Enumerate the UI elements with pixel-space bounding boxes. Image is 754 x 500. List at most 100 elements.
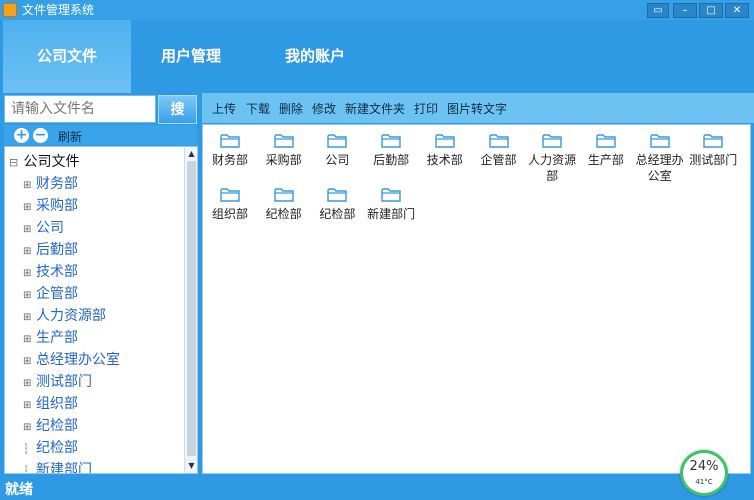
folder-icon [220, 133, 240, 149]
tree-item[interactable]: ⊞ 公司 [23, 217, 64, 237]
tree-item[interactable]: ┆ 纪检部 [23, 437, 78, 457]
scroll-up-icon[interactable]: ▲ [186, 149, 197, 159]
window-title: 文件管理系统 [22, 3, 95, 17]
tree-line-icon: ┆ [23, 444, 30, 455]
tree-item[interactable]: ⊞ 技术部 [23, 261, 78, 281]
expand-icon[interactable]: ⊞ [23, 378, 36, 389]
tree-item[interactable]: ⊞ 后勤部 [23, 239, 78, 259]
tree-item-label: 人力资源部 [36, 308, 106, 324]
folder-item[interactable]: 企管部 [472, 127, 526, 168]
toolbar-action[interactable]: 修改 [312, 100, 336, 117]
folder-item[interactable]: 组织部 [203, 181, 257, 222]
refresh-button[interactable]: 刷新 [58, 128, 82, 145]
folder-item[interactable]: 测试部门 [686, 127, 740, 168]
folder-icon [327, 187, 348, 203]
folder-name-line: 公司 [325, 153, 350, 167]
folder-name-line: 技术部 [426, 153, 463, 167]
folder-name: 测试部门 [686, 152, 740, 168]
tree-scrollbar[interactable]: ▲ ▼ [184, 147, 197, 473]
folder-name: 采购部 [257, 152, 311, 168]
folder-name: 总经理办 公室 [633, 152, 687, 184]
expand-icon[interactable]: ⊞ [23, 400, 36, 411]
tree-item[interactable]: ⊞ 测试部门 [23, 371, 92, 391]
folder-name: 人力资源部 [525, 152, 579, 184]
tree-item[interactable]: ⊞ 采购部 [23, 195, 78, 215]
tree-item[interactable]: ⊞ 纪检部 [23, 415, 78, 435]
tab-my-account[interactable]: 我的账户 [251, 20, 379, 93]
tree-item-label: 总经理办公室 [36, 352, 120, 368]
folder-item[interactable]: 纪检部 [257, 181, 311, 222]
tree-root[interactable]: ⊟ 公司文件 [9, 151, 79, 171]
folder-icon [220, 187, 240, 203]
folder-item[interactable]: 纪检部 [310, 181, 364, 222]
toolbar-action[interactable]: 打印 [414, 100, 438, 117]
tree-toolbar: + − 刷新 [4, 125, 197, 145]
tree-item[interactable]: ⊞ 人力资源部 [23, 305, 106, 325]
toolbar-action[interactable]: 下载 [246, 100, 270, 117]
tree-item[interactable]: ⊞ 组织部 [23, 393, 78, 413]
folder-name: 技术部 [418, 152, 472, 168]
folder-item[interactable]: 技术部 [418, 127, 472, 168]
folder-item[interactable]: 财务部 [203, 127, 257, 168]
minimize-button[interactable]: – [673, 3, 697, 18]
maximize-button[interactable]: □ [699, 3, 723, 18]
toolbar-action[interactable]: 上传 [212, 100, 236, 117]
status-text: 就绪 [5, 482, 33, 498]
tree-item[interactable]: ⊞ 总经理办公室 [23, 349, 120, 369]
search-input[interactable]: 请输入文件名 [4, 95, 156, 123]
expand-icon[interactable]: ⊞ [23, 180, 36, 191]
folder-item[interactable]: 总经理办 公室 [633, 127, 687, 184]
expand-icon[interactable]: ⊞ [23, 268, 36, 279]
toolbar-action[interactable]: 删除 [279, 100, 303, 117]
expand-icon[interactable]: ⊞ [23, 334, 36, 345]
folder-item[interactable]: 公司 [310, 127, 364, 168]
tree-item-label: 技术部 [36, 264, 78, 280]
tree-item-label: 测试部门 [36, 374, 92, 390]
expand-icon[interactable]: ⊞ [23, 422, 36, 433]
folder-item[interactable]: 采购部 [257, 127, 311, 168]
system-monitor-widget[interactable]: 24% 41°C [680, 450, 728, 496]
folder-name: 纪检部 [310, 206, 364, 222]
tab-company-files[interactable]: 公司文件 [3, 20, 131, 93]
collapse-all-icon[interactable]: − [33, 128, 48, 143]
status-bar: 就绪 [0, 475, 754, 500]
folder-name-line: 生产部 [587, 153, 624, 167]
scroll-down-icon[interactable]: ▼ [186, 461, 197, 471]
usage-percent: 24% [689, 459, 719, 474]
folder-item[interactable]: 人力资源部 [525, 127, 579, 184]
folder-name: 后勤部 [364, 152, 418, 168]
folder-name-line: 采购部 [265, 153, 302, 167]
search-button[interactable]: 搜 [158, 95, 197, 124]
expand-icon[interactable]: ⊞ [23, 224, 36, 235]
folder-name: 纪检部 [257, 206, 311, 222]
folder-name-line: 组织部 [211, 207, 248, 221]
folder-item[interactable]: 后勤部 [364, 127, 418, 168]
tree-item[interactable]: ┆ 新建部门 [23, 459, 92, 473]
folder-item[interactable]: 新建部门 [364, 181, 418, 222]
collapse-icon[interactable]: ⊟ [9, 156, 19, 169]
app-icon [3, 3, 17, 17]
toolbar-action[interactable]: 图片转文字 [447, 100, 507, 117]
tree-root-label: 公司文件 [23, 154, 80, 170]
toolbar-action[interactable]: 新建文件夹 [345, 100, 405, 117]
app-window: 文件管理系统 ▭ – □ ✕ 公司文件 用户管理 我的账户 请输入文件名 搜 +… [0, 0, 754, 500]
expand-icon[interactable]: ⊞ [23, 202, 36, 213]
tree-item[interactable]: ⊞ 财务部 [23, 173, 78, 193]
folder-name-line: 企管部 [480, 153, 517, 167]
scroll-thumb[interactable] [187, 161, 196, 456]
tab-user-management[interactable]: 用户管理 [127, 20, 255, 93]
folder-icon [649, 133, 670, 149]
folder-item[interactable]: 生产部 [579, 127, 633, 168]
restore-icon[interactable]: ▭ [647, 3, 669, 18]
tree-item[interactable]: ⊞ 生产部 [23, 327, 78, 347]
expand-all-icon[interactable]: + [14, 128, 29, 143]
folder-name: 生产部 [579, 152, 633, 168]
expand-icon[interactable]: ⊞ [23, 246, 36, 257]
tree-item-label: 组织部 [36, 396, 78, 412]
close-button[interactable]: ✕ [725, 3, 749, 18]
tree-item[interactable]: ⊞ 企管部 [23, 283, 78, 303]
expand-icon[interactable]: ⊞ [23, 312, 36, 323]
expand-icon[interactable]: ⊞ [23, 290, 36, 301]
folder-name: 新建部门 [364, 206, 418, 222]
expand-icon[interactable]: ⊞ [23, 356, 36, 367]
